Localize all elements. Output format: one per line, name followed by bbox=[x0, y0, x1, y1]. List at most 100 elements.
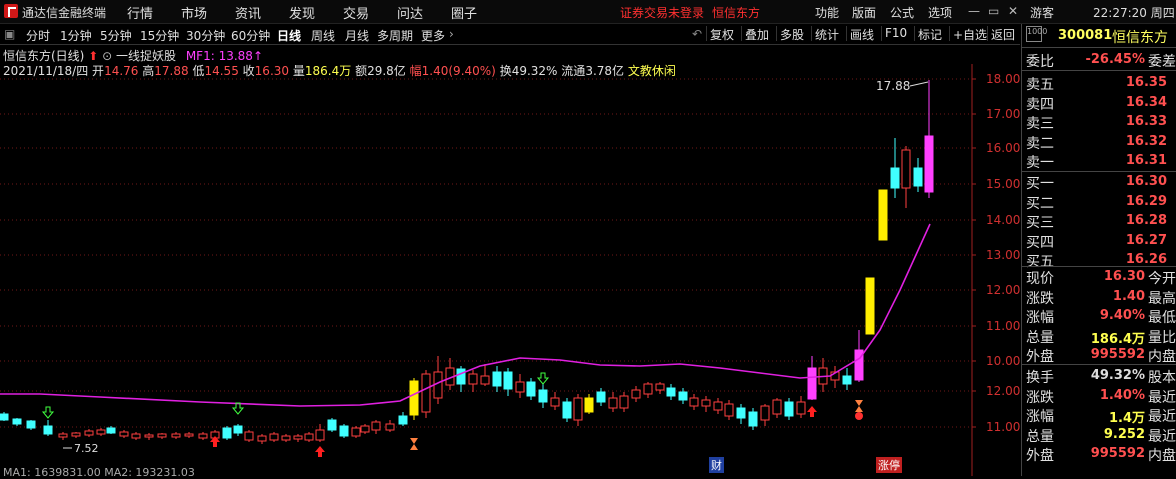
tab-monthly[interactable]: 月线 bbox=[345, 27, 369, 44]
tab-daily[interactable]: 日线 bbox=[277, 27, 301, 44]
menu-formula[interactable]: 公式 bbox=[890, 4, 914, 21]
login-alert[interactable]: 证券交易未登录 bbox=[620, 4, 704, 21]
stat2-row[interactable]: 换手 49.32% 股本 bbox=[1022, 366, 1176, 386]
ask-level-row[interactable]: 卖五 16.35 bbox=[1022, 73, 1176, 93]
tab-timeshare[interactable]: 分时 bbox=[26, 27, 50, 44]
candle-body bbox=[12, 418, 22, 425]
candle-body bbox=[119, 431, 129, 437]
stats-button[interactable]: 统计 bbox=[811, 26, 842, 42]
menu-item-news[interactable]: 资讯 bbox=[235, 3, 261, 22]
fq-button[interactable]: 复权 bbox=[706, 26, 737, 42]
tab-15min[interactable]: 15分钟 bbox=[140, 27, 179, 44]
stat-row[interactable]: 现价 16.30 今开 bbox=[1022, 267, 1176, 287]
candle-body bbox=[796, 401, 806, 415]
menu-item-trade[interactable]: 交易 bbox=[343, 3, 369, 22]
close-icon[interactable]: ✕ bbox=[1008, 4, 1018, 18]
f10-button[interactable]: F10 bbox=[881, 26, 910, 41]
candle bbox=[760, 404, 770, 426]
dropdown-icon[interactable]: ⊙ bbox=[102, 49, 112, 63]
candle bbox=[643, 382, 653, 398]
candle-body bbox=[244, 431, 254, 441]
candle-body bbox=[198, 433, 208, 439]
menu-function[interactable]: 功能 bbox=[815, 4, 839, 21]
candle-body bbox=[913, 167, 923, 187]
stat-row[interactable]: 涨跌 1.40 最高 bbox=[1022, 287, 1176, 307]
candle bbox=[360, 424, 370, 434]
menu-item-markets[interactable]: 市场 bbox=[181, 3, 207, 22]
ask-level-row[interactable]: 卖二 16.32 bbox=[1022, 132, 1176, 152]
candle-body bbox=[701, 399, 711, 407]
alert-stock-name[interactable]: 恒信东方 bbox=[712, 4, 760, 21]
finance-mark[interactable]: 财 bbox=[709, 457, 724, 473]
tab-1min[interactable]: 1分钟 bbox=[60, 27, 92, 44]
ask-level-row[interactable]: 卖四 16.34 bbox=[1022, 93, 1176, 113]
overlay-button[interactable]: 叠加 bbox=[741, 26, 772, 42]
draw-line-button[interactable]: 画线 bbox=[846, 26, 877, 42]
stat-extra-label: 今开 bbox=[1148, 271, 1176, 287]
menu-options[interactable]: 选项 bbox=[928, 4, 952, 21]
back-arrow-icon[interactable]: ↶ bbox=[692, 27, 702, 41]
tab-multi-period[interactable]: 多周期 bbox=[377, 27, 413, 44]
bid-level-row[interactable]: 买二 16.29 bbox=[1022, 192, 1176, 212]
candle bbox=[456, 366, 466, 392]
candle-body bbox=[890, 167, 900, 189]
tab-more[interactable]: 更多 bbox=[421, 27, 445, 44]
back-button[interactable]: 返回 bbox=[987, 26, 1018, 42]
ask-level-row[interactable]: 卖一 16.31 bbox=[1022, 151, 1176, 171]
stat-row[interactable]: 外盘 995592 内盘 bbox=[1022, 345, 1176, 365]
kline-chart[interactable]: 17.88 7.52 18.00 17.00 16.00 15.00 14.00 13.00… bbox=[0, 64, 1020, 476]
period-toolbar: ▣ 分时 1分钟 5分钟 15分钟 30分钟 60分钟 日线 周线 月线 多周期… bbox=[0, 24, 1020, 45]
candle-body bbox=[371, 421, 381, 431]
limit-up-mark[interactable]: 涨停 bbox=[876, 457, 902, 473]
tab-weekly[interactable]: 周线 bbox=[311, 27, 335, 44]
stat-extra-label: 最高 bbox=[1148, 290, 1176, 307]
candle bbox=[901, 146, 911, 208]
mark-button[interactable]: 标记 bbox=[914, 26, 945, 42]
stat2-value: 9.252 bbox=[1103, 426, 1145, 442]
stat-row[interactable]: 总量 186.4万 量比 bbox=[1022, 326, 1176, 347]
stock-name: 恒信东方 bbox=[1112, 30, 1168, 46]
tab-30min[interactable]: 30分钟 bbox=[186, 27, 225, 44]
bid-level-row[interactable]: 买三 16.28 bbox=[1022, 211, 1176, 231]
menu-item-ask[interactable]: 问达 bbox=[397, 3, 423, 22]
ask-level-row[interactable]: 卖三 16.33 bbox=[1022, 112, 1176, 132]
candle-body bbox=[106, 427, 116, 434]
stat2-row[interactable]: 总量 9.252 最近 bbox=[1022, 425, 1176, 445]
bid-level-row[interactable]: 买四 16.27 bbox=[1022, 231, 1176, 251]
minimize-icon[interactable]: — bbox=[968, 4, 980, 18]
stat2-row[interactable]: 涨幅 1.4万 最近 bbox=[1022, 405, 1176, 426]
tab-5min[interactable]: 5分钟 bbox=[100, 27, 132, 44]
stat2-label: 涨幅 bbox=[1026, 409, 1054, 425]
candle bbox=[233, 424, 243, 436]
quote-panel: 1000 300081 恒信东方 委比 -26.45% 委差 卖五 16.35 卖四… bbox=[1021, 24, 1176, 476]
chevron-right-icon[interactable]: › bbox=[449, 27, 454, 41]
bid-level-row[interactable]: 买一 16.30 bbox=[1022, 172, 1176, 192]
candle bbox=[257, 434, 267, 444]
menu-item-circle[interactable]: 圈子 bbox=[451, 3, 477, 22]
menu-item-discover[interactable]: 发现 bbox=[289, 3, 315, 22]
indicator-name[interactable]: 一线捉妖股 bbox=[116, 49, 176, 63]
candle-body bbox=[26, 420, 36, 429]
candle bbox=[131, 432, 141, 440]
candle bbox=[573, 394, 583, 426]
menu-item-market[interactable]: 行情 bbox=[127, 3, 153, 22]
tab-60min[interactable]: 60分钟 bbox=[231, 27, 270, 44]
candle-body bbox=[144, 434, 154, 438]
menu-layout[interactable]: 版面 bbox=[852, 4, 876, 21]
bid-level-value: 16.27 bbox=[1125, 232, 1167, 248]
candle bbox=[43, 420, 53, 436]
add-watchlist-button[interactable]: +自选 bbox=[949, 26, 990, 42]
candle bbox=[865, 277, 875, 335]
guest-user[interactable]: 游客 bbox=[1030, 4, 1054, 21]
candle-body bbox=[655, 383, 665, 391]
panel-toggle-icon[interactable]: ▣ bbox=[4, 27, 15, 41]
candle-body bbox=[666, 387, 676, 397]
multi-stock-button[interactable]: 多股 bbox=[776, 26, 807, 42]
stat2-row[interactable]: 涨跌 1.40% 最近 bbox=[1022, 386, 1176, 406]
stat-row[interactable]: 涨幅 9.40% 最低 bbox=[1022, 306, 1176, 326]
stat2-row[interactable]: 外盘 995592 内盘 bbox=[1022, 444, 1176, 464]
restore-icon[interactable]: ▭ bbox=[988, 4, 999, 18]
candle bbox=[71, 432, 81, 438]
candle-body bbox=[596, 391, 606, 403]
axis-tick-label: 13.00 bbox=[986, 248, 1020, 262]
